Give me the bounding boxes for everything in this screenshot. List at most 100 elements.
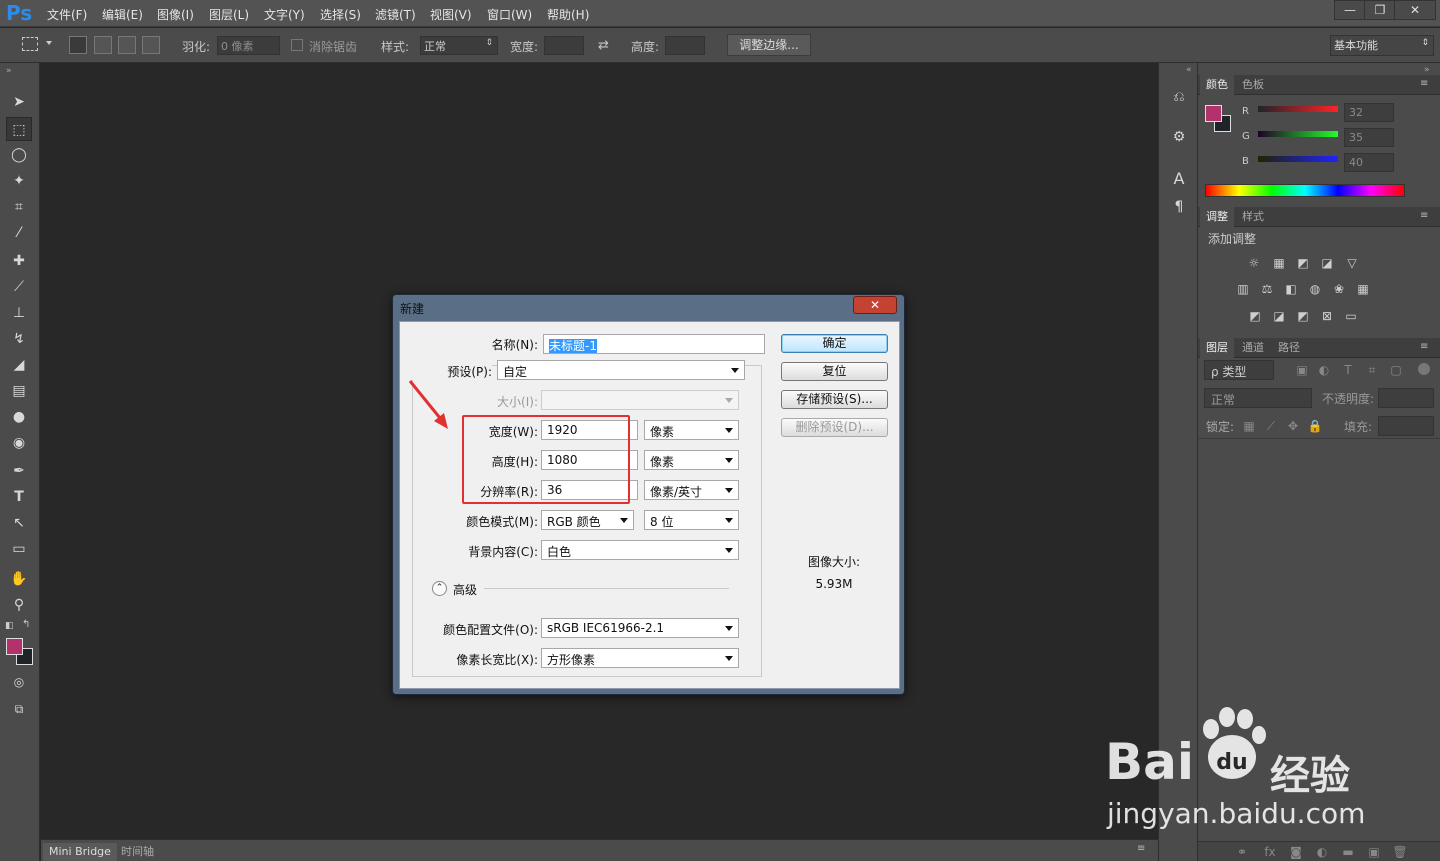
- levels-icon[interactable]: ▦: [1271, 256, 1287, 270]
- b-value[interactable]: 40: [1344, 153, 1394, 172]
- menu-view[interactable]: 视图(V): [430, 6, 472, 23]
- lock-pixels-icon[interactable]: ⟋: [1263, 419, 1279, 433]
- advanced-toggle-icon[interactable]: ⌃: [432, 581, 447, 596]
- hand-tool-icon[interactable]: ✋: [6, 567, 32, 591]
- menu-window[interactable]: 窗口(W): [487, 6, 532, 23]
- swap-icon[interactable]: ⇄: [598, 38, 609, 53]
- tab-mini-bridge[interactable]: Mini Bridge: [43, 843, 117, 861]
- tab-timeline[interactable]: 时间轴: [115, 843, 160, 861]
- filter-smart-icon[interactable]: ▢: [1388, 363, 1404, 377]
- tab-swatches[interactable]: 色板: [1236, 75, 1270, 95]
- brightness-icon[interactable]: ☼: [1246, 256, 1262, 270]
- menu-type[interactable]: 文字(Y): [264, 6, 305, 23]
- tab-adjustments[interactable]: 调整: [1200, 207, 1234, 227]
- width-input[interactable]: [544, 36, 584, 55]
- resolution-unit-select[interactable]: 像素/英寸: [644, 480, 739, 500]
- new-adjustment-icon[interactable]: ◐: [1314, 845, 1330, 859]
- antialias-checkbox[interactable]: [291, 39, 303, 51]
- trash-icon[interactable]: 🗑: [1392, 845, 1408, 859]
- pixel-aspect-select[interactable]: 方形像素: [541, 648, 739, 668]
- menu-file[interactable]: 文件(F): [47, 6, 87, 23]
- width-unit-select[interactable]: 像素: [644, 420, 739, 440]
- filter-pixel-icon[interactable]: ▣: [1294, 363, 1310, 377]
- channel-mixer-icon[interactable]: ❀: [1331, 282, 1347, 296]
- invert-icon[interactable]: ◩: [1247, 309, 1263, 323]
- crop-tool-icon[interactable]: ⌗: [6, 195, 32, 219]
- ok-button[interactable]: 确定: [781, 334, 888, 353]
- foreground-color-swatch[interactable]: [6, 638, 23, 655]
- brush-tool-icon[interactable]: ⟋: [6, 275, 32, 299]
- threshold-icon[interactable]: ◩: [1295, 309, 1311, 323]
- tab-paths[interactable]: 路径: [1272, 338, 1306, 358]
- blur-tool-icon[interactable]: ●: [6, 405, 32, 429]
- black-white-icon[interactable]: ◧: [1283, 282, 1299, 296]
- g-value[interactable]: 35: [1344, 128, 1394, 147]
- opacity-input[interactable]: [1378, 388, 1434, 408]
- menu-filter[interactable]: 滤镜(T): [375, 6, 416, 23]
- photo-filter-icon[interactable]: ◍: [1307, 282, 1323, 296]
- feather-input[interactable]: 0 像素: [217, 36, 280, 55]
- preset-dropdown-icon[interactable]: [46, 41, 52, 45]
- lock-all-icon[interactable]: 🔒: [1307, 419, 1323, 433]
- menu-image[interactable]: 图像(I): [157, 6, 194, 23]
- restore-button[interactable]: ❐: [1364, 0, 1396, 20]
- filter-toggle-icon[interactable]: [1418, 363, 1430, 375]
- path-selection-tool-icon[interactable]: ↖: [6, 511, 32, 535]
- color-spectrum-bar[interactable]: [1205, 184, 1405, 197]
- marquee-preset-icon[interactable]: [22, 37, 38, 51]
- gradient-map-icon[interactable]: ▭: [1343, 309, 1359, 323]
- filter-type-icon[interactable]: T: [1340, 363, 1356, 377]
- curves-icon[interactable]: ◩: [1295, 256, 1311, 270]
- menu-layer[interactable]: 图层(L): [209, 6, 249, 23]
- r-slider[interactable]: [1258, 106, 1338, 112]
- eyedropper-tool-icon[interactable]: ⁄: [6, 221, 32, 245]
- posterize-icon[interactable]: ◪: [1271, 309, 1287, 323]
- panel-menu-icon[interactable]: ≡: [1137, 843, 1145, 854]
- type-tool-icon[interactable]: T: [6, 485, 32, 509]
- gradient-tool-icon[interactable]: ▤: [6, 379, 32, 403]
- tab-channels[interactable]: 通道: [1236, 338, 1270, 358]
- layer-filter-select[interactable]: ρ 类型: [1204, 360, 1274, 380]
- name-input[interactable]: 未标题-1: [543, 334, 765, 354]
- color-fg-swatch[interactable]: [1205, 105, 1222, 122]
- link-layers-icon[interactable]: ⚭: [1234, 845, 1250, 859]
- color-profile-select[interactable]: sRGB IEC61966-2.1: [541, 618, 739, 638]
- size-select[interactable]: [541, 390, 739, 410]
- new-group-icon[interactable]: ▬: [1340, 845, 1356, 859]
- screen-mode-icon[interactable]: ⧉: [6, 697, 32, 721]
- fill-input[interactable]: [1378, 416, 1434, 436]
- history-panel-icon[interactable]: ⎌: [1166, 85, 1192, 109]
- lock-transparent-icon[interactable]: ▦: [1241, 419, 1257, 433]
- subtract-selection-icon[interactable]: [118, 36, 136, 54]
- panel-menu-icon[interactable]: ≡: [1420, 78, 1428, 89]
- zoom-tool-icon[interactable]: ⚲: [6, 593, 32, 617]
- properties-panel-icon[interactable]: ⚙: [1166, 125, 1192, 149]
- color-balance-icon[interactable]: ⚖: [1259, 282, 1275, 296]
- exposure-icon[interactable]: ◪: [1319, 256, 1335, 270]
- character-panel-icon[interactable]: A: [1166, 167, 1192, 191]
- paragraph-panel-icon[interactable]: ¶: [1166, 195, 1192, 219]
- g-slider[interactable]: [1258, 131, 1338, 137]
- blend-mode-select[interactable]: 正常: [1204, 388, 1312, 408]
- workspace-select[interactable]: 基本功能 ⇕: [1330, 35, 1434, 56]
- height-unit-select[interactable]: 像素: [644, 450, 739, 470]
- style-select[interactable]: 正常 ⇕: [420, 36, 498, 55]
- menu-help[interactable]: 帮助(H): [547, 6, 589, 23]
- menu-select[interactable]: 选择(S): [320, 6, 361, 23]
- tab-layers[interactable]: 图层: [1200, 338, 1234, 358]
- lock-position-icon[interactable]: ✥: [1285, 419, 1301, 433]
- healing-brush-tool-icon[interactable]: ✚: [6, 249, 32, 273]
- color-mode-select[interactable]: RGB 颜色: [541, 510, 634, 530]
- dock-collapse-icon[interactable]: »: [1424, 65, 1430, 75]
- dodge-tool-icon[interactable]: ◉: [6, 431, 32, 455]
- marquee-tool-icon[interactable]: ⬚: [6, 117, 32, 141]
- background-select[interactable]: 白色: [541, 540, 739, 560]
- add-mask-icon[interactable]: ◙: [1288, 845, 1304, 859]
- tab-styles[interactable]: 样式: [1236, 207, 1270, 227]
- default-colors-icon[interactable]: ◧: [5, 621, 14, 631]
- height-input[interactable]: [665, 36, 705, 55]
- hue-saturation-icon[interactable]: ▥: [1235, 282, 1251, 296]
- pen-tool-icon[interactable]: ✒: [6, 459, 32, 483]
- add-selection-icon[interactable]: [94, 36, 112, 54]
- selective-color-icon[interactable]: ⊠: [1319, 309, 1335, 323]
